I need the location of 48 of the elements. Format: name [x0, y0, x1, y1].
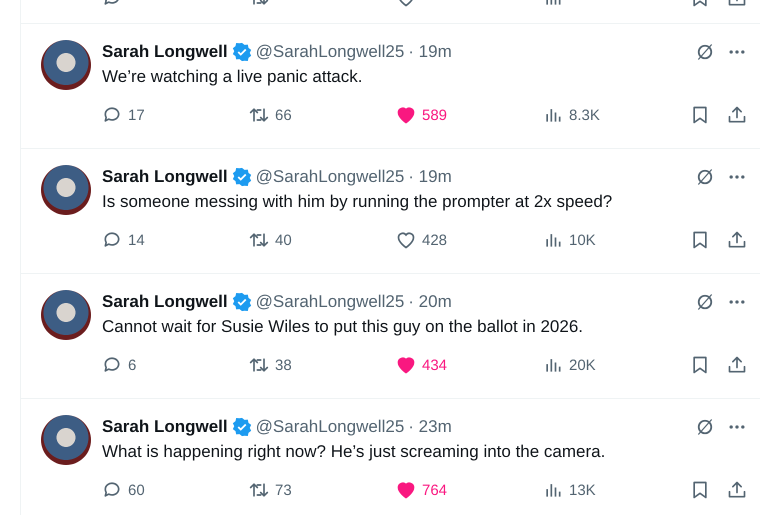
view-count: 8.3K — [569, 106, 600, 124]
post-text: We’re watching a live panic attack. — [102, 67, 364, 87]
post-time[interactable]: · 19m — [408, 167, 452, 187]
reply-count: 17 — [128, 106, 145, 124]
author-name[interactable]: Sarah Longwell — [102, 167, 228, 187]
reply-count: 6 — [128, 356, 136, 374]
author-handle[interactable]: @SarahLongwell25 — [256, 42, 404, 62]
post-text: What is happening right now? He’s just screaming into the camera. — [102, 442, 606, 462]
author-name[interactable]: Sarah Longwell — [102, 292, 228, 312]
heart-icon[interactable] — [396, 230, 416, 250]
like-count: 764 — [422, 482, 448, 498]
slashed-circle-icon[interactable] — [695, 292, 715, 312]
repost-count: 40 — [275, 232, 292, 248]
share-icon[interactable] — [727, 230, 747, 250]
author-handle[interactable]: @SarahLongwell25 — [256, 167, 404, 187]
avatar-photo-placeholder[interactable] — [41, 40, 91, 90]
avatar-photo-placeholder[interactable] — [41, 165, 91, 215]
like-count: 434 — [422, 356, 448, 374]
author-handle[interactable]: @SarahLongwell25 — [256, 292, 404, 312]
view-count: 20K — [569, 356, 596, 374]
slashed-circle-icon[interactable] — [695, 417, 715, 437]
like-count: 589 — [422, 106, 448, 124]
author-name[interactable]: Sarah Longwell — [102, 42, 228, 62]
heart-icon[interactable] — [396, 105, 416, 125]
avatar-photo-placeholder[interactable] — [41, 415, 91, 465]
post-time[interactable]: · 20m — [408, 292, 452, 312]
repost-count: 73 — [275, 482, 292, 498]
view-count: 10K — [569, 232, 596, 248]
post-time[interactable]: · 23m — [408, 417, 452, 437]
avatar-photo-placeholder[interactable] — [41, 290, 91, 340]
repost-count: 66 — [275, 106, 292, 124]
like-count: 428 — [422, 232, 448, 248]
post-text: Is someone messing with him by running the prompter at 2x speed? — [102, 192, 614, 212]
heart-icon[interactable] — [396, 480, 416, 500]
share-icon[interactable] — [727, 355, 747, 375]
slashed-circle-icon[interactable] — [695, 42, 715, 62]
author-name[interactable]: Sarah Longwell — [102, 417, 228, 437]
repost-count: 38 — [275, 356, 292, 374]
author-handle[interactable]: @SarahLongwell25 — [256, 417, 404, 437]
heart-icon[interactable] — [396, 355, 416, 375]
reply-count: 14 — [128, 232, 145, 248]
share-icon[interactable] — [727, 105, 747, 125]
view-count: 13K — [569, 482, 596, 498]
post-text: Cannot wait for Susie Wiles to put this guy on the ballot in 2026. — [102, 317, 584, 337]
reply-count: 60 — [128, 482, 145, 498]
post-time[interactable]: · 19m — [408, 42, 452, 62]
share-icon[interactable] — [727, 480, 747, 500]
slashed-circle-icon[interactable] — [695, 167, 715, 187]
